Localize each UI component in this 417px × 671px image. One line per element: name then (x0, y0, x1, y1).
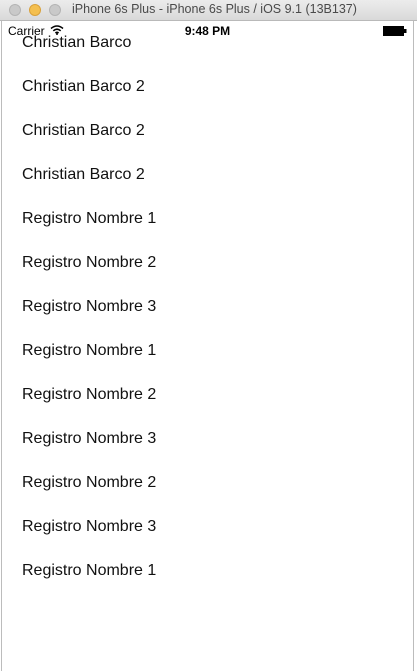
list-item-label: Registro Nombre 3 (22, 518, 157, 535)
list-item[interactable]: Christian Barco 2 (2, 109, 413, 153)
zoom-window-button[interactable] (49, 4, 61, 16)
close-window-button[interactable] (9, 4, 21, 16)
records-list: Christian Barco Christian Barco 2 Christ… (2, 21, 413, 593)
window-titlebar[interactable]: iPhone 6s Plus - iPhone 6s Plus / iOS 9.… (0, 0, 417, 21)
list-item-label: Registro Nombre 3 (22, 430, 157, 447)
list-item-label: Registro Nombre 2 (22, 254, 157, 271)
list-item-label: Christian Barco 2 (22, 166, 145, 183)
window-title: iPhone 6s Plus - iPhone 6s Plus / iOS 9.… (72, 2, 357, 16)
simulator-window: iPhone 6s Plus - iPhone 6s Plus / iOS 9.… (0, 0, 417, 671)
list-item[interactable]: Registro Nombre 1 (2, 197, 413, 241)
list-item[interactable]: Registro Nombre 2 (2, 241, 413, 285)
list-item-label: Registro Nombre 3 (22, 298, 157, 315)
battery-icon (383, 26, 407, 36)
status-time: 9:48 PM (184, 24, 231, 38)
list-item-label: Registro Nombre 2 (22, 386, 157, 403)
list-item[interactable]: Christian Barco 2 (2, 153, 413, 197)
list-item[interactable]: Registro Nombre 2 (2, 373, 413, 417)
list-item-label: Registro Nombre 1 (22, 210, 157, 227)
list-item-label: Registro Nombre 1 (22, 562, 157, 579)
list-item[interactable]: Registro Nombre 1 (2, 549, 413, 593)
list-item[interactable]: Christian Barco 2 (2, 65, 413, 109)
list-item-label: Christian Barco 2 (22, 78, 145, 95)
list-item[interactable]: Registro Nombre 2 (2, 461, 413, 505)
list-item[interactable]: Registro Nombre 1 (2, 329, 413, 373)
list-item[interactable]: Registro Nombre 3 (2, 417, 413, 461)
minimize-window-button[interactable] (29, 4, 41, 16)
list-item-label: Christian Barco 2 (22, 122, 145, 139)
list-item-label: Registro Nombre 2 (22, 474, 157, 491)
status-bar: Carrier 9:48 PM (2, 21, 413, 41)
list-item-label: Registro Nombre 1 (22, 342, 157, 359)
list-item[interactable]: Registro Nombre 3 (2, 285, 413, 329)
device-screen: Carrier 9:48 PM Christian Barco Christia… (1, 21, 414, 671)
list-item[interactable]: Registro Nombre 3 (2, 505, 413, 549)
